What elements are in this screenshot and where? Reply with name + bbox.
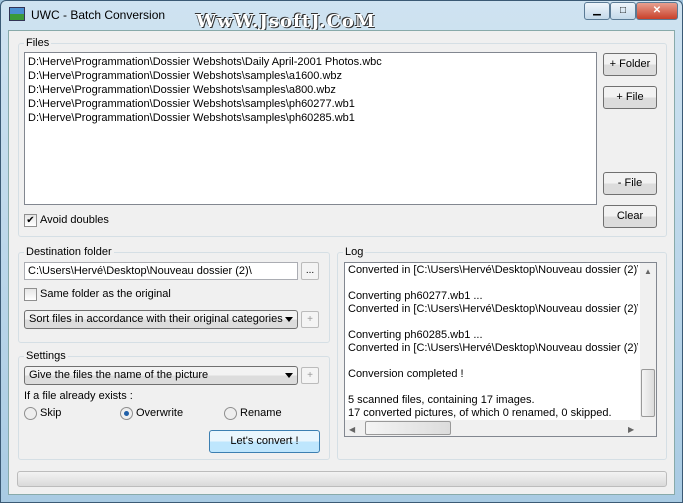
- minimize-button[interactable]: ▁: [584, 2, 610, 20]
- list-item[interactable]: D:\Herve\Programmation\Dossier Webshots\…: [28, 97, 593, 111]
- watermark: WwW.JsoftJ.CoM: [196, 11, 376, 32]
- scroll-right-icon[interactable]: ▶: [628, 423, 634, 436]
- sort-select-value: Sort files in accordance with their orig…: [29, 313, 283, 325]
- avoid-doubles-checkbox[interactable]: ✔: [24, 214, 37, 227]
- naming-select-value: Give the files the name of the picture: [29, 369, 209, 381]
- remove-file-button[interactable]: - File: [603, 172, 657, 195]
- add-file-button[interactable]: + File: [603, 86, 657, 109]
- list-item[interactable]: D:\Herve\Programmation\Dossier Webshots\…: [28, 55, 593, 69]
- close-button[interactable]: ✕: [636, 2, 678, 20]
- log-box[interactable]: Converted in [C:\Users\Hervé\Desktop\Nou…: [344, 262, 657, 437]
- scroll-up-icon[interactable]: ▲: [644, 265, 652, 279]
- overwrite-radio[interactable]: [120, 407, 133, 420]
- log-line: Converting ph60285.wb1 ...: [348, 329, 483, 341]
- file-exists-label: If a file already exists :: [24, 390, 133, 402]
- horizontal-scrollbar[interactable]: ◀ ▶: [345, 420, 656, 436]
- vertical-scrollbar[interactable]: ▲: [640, 263, 656, 420]
- log-line: 17 converted pictures, of which 0 rename…: [348, 407, 612, 419]
- convert-button[interactable]: Let's convert !: [209, 430, 320, 453]
- files-label: Files: [24, 37, 52, 49]
- rename-label: Rename: [240, 407, 282, 419]
- naming-add-button[interactable]: +: [301, 367, 319, 384]
- log-line: 5 scanned files, containing 17 images.: [348, 394, 535, 406]
- settings-label: Settings: [24, 350, 68, 362]
- app-icon: [9, 7, 25, 21]
- browse-button[interactable]: ...: [301, 262, 319, 280]
- rename-radio[interactable]: [224, 407, 237, 420]
- skip-label: Skip: [40, 407, 62, 419]
- log-line: Conversion completed !: [348, 368, 464, 380]
- naming-select[interactable]: Give the files the name of the picture: [24, 366, 298, 385]
- log-line: Converted in [C:\Users\Hervé\Desktop\Nou…: [348, 264, 638, 276]
- avoid-doubles-label: Avoid doubles: [40, 214, 109, 226]
- sort-add-button[interactable]: +: [301, 311, 319, 328]
- list-item[interactable]: D:\Herve\Programmation\Dossier Webshots\…: [28, 69, 593, 83]
- log-line: Converted in [C:\Users\Hervé\Desktop\Nou…: [348, 342, 638, 354]
- log-line: Converting ph60277.wb1 ...: [348, 290, 483, 302]
- add-folder-button[interactable]: + Folder: [603, 53, 657, 76]
- list-item[interactable]: D:\Herve\Programmation\Dossier Webshots\…: [28, 83, 593, 97]
- scroll-left-icon[interactable]: ◀: [349, 423, 355, 436]
- same-folder-checkbox[interactable]: [24, 288, 37, 301]
- files-list[interactable]: D:\Herve\Programmation\Dossier Webshots\…: [24, 52, 597, 205]
- destination-path-input[interactable]: C:\Users\Hervé\Desktop\Nouveau dossier (…: [24, 262, 298, 280]
- overwrite-label: Overwrite: [136, 407, 184, 419]
- maximize-button[interactable]: □: [610, 2, 636, 20]
- progress-bar: [17, 471, 667, 487]
- same-folder-label: Same folder as the original: [40, 288, 171, 300]
- destination-label: Destination folder: [24, 246, 114, 258]
- chevron-down-icon: [285, 317, 293, 322]
- chevron-down-icon: [285, 373, 293, 378]
- skip-radio[interactable]: [24, 407, 37, 420]
- log-label: Log: [343, 246, 366, 258]
- clear-button[interactable]: Clear: [603, 205, 657, 228]
- log-line: Converted in [C:\Users\Hervé\Desktop\Nou…: [348, 303, 638, 315]
- list-item[interactable]: D:\Herve\Programmation\Dossier Webshots\…: [28, 111, 593, 125]
- window-title: UWC - Batch Conversion: [31, 8, 166, 22]
- sort-select[interactable]: Sort files in accordance with their orig…: [24, 310, 298, 329]
- vertical-scroll-thumb[interactable]: [641, 369, 655, 417]
- horizontal-scroll-thumb[interactable]: [365, 421, 451, 435]
